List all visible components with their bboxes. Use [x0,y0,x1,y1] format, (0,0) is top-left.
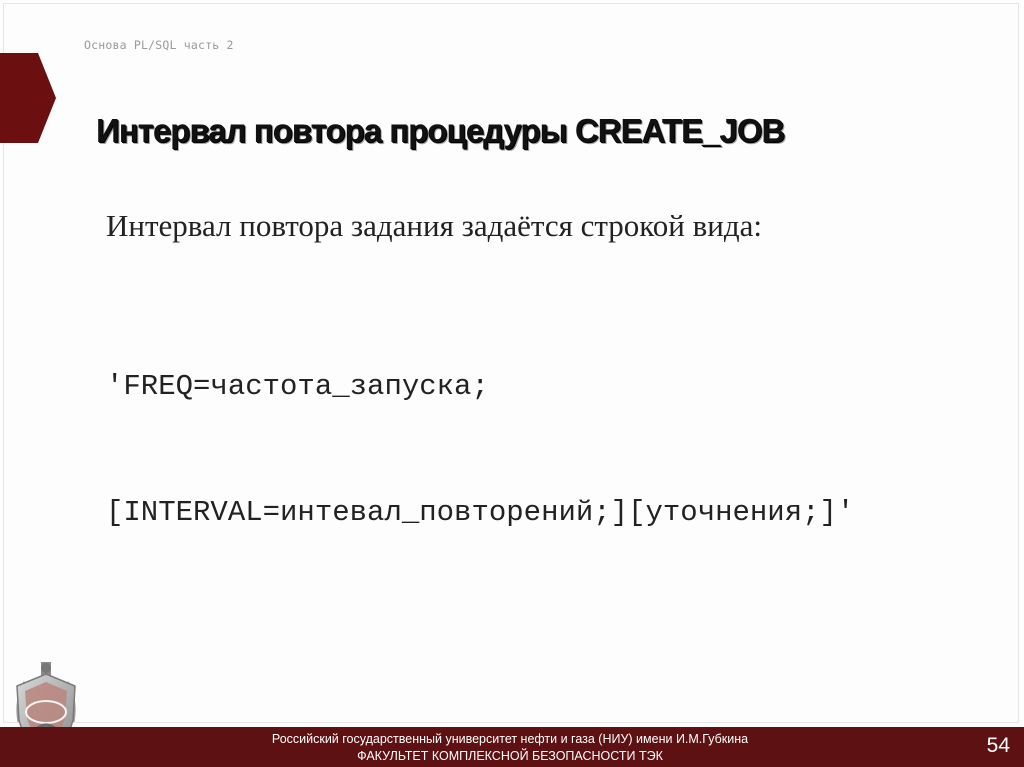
slide: Основа PL/SQL часть 2 Интервал повтора п… [0,0,1024,767]
code-line: [INTERVAL=интевал_повторений;][уточнения… [106,496,855,529]
slide-title: Интервал повтора процедуры CREATE_JOB [96,112,785,149]
chevron-right-icon [0,53,56,143]
footer-text: Российский государственный университет н… [200,731,820,765]
code-block: 'FREQ=частота_запуска; [INTERVAL=интевал… [106,282,854,618]
page-number: 54 [986,734,1010,757]
code-line: 'FREQ=частота_запуска; [106,370,489,403]
footer-university: Российский государственный университет н… [271,732,749,746]
breadcrumb: Основа PL/SQL часть 2 [84,38,234,52]
footer-faculty: ФАКУЛЬТЕТ КОМПЛЕКСНОЙ БЕЗОПАСНОСТИ ТЭК [357,749,663,763]
footer: Российский государственный университет н… [0,727,1024,767]
intro-text: Интервал повтора задания задаётся строко… [106,208,762,243]
